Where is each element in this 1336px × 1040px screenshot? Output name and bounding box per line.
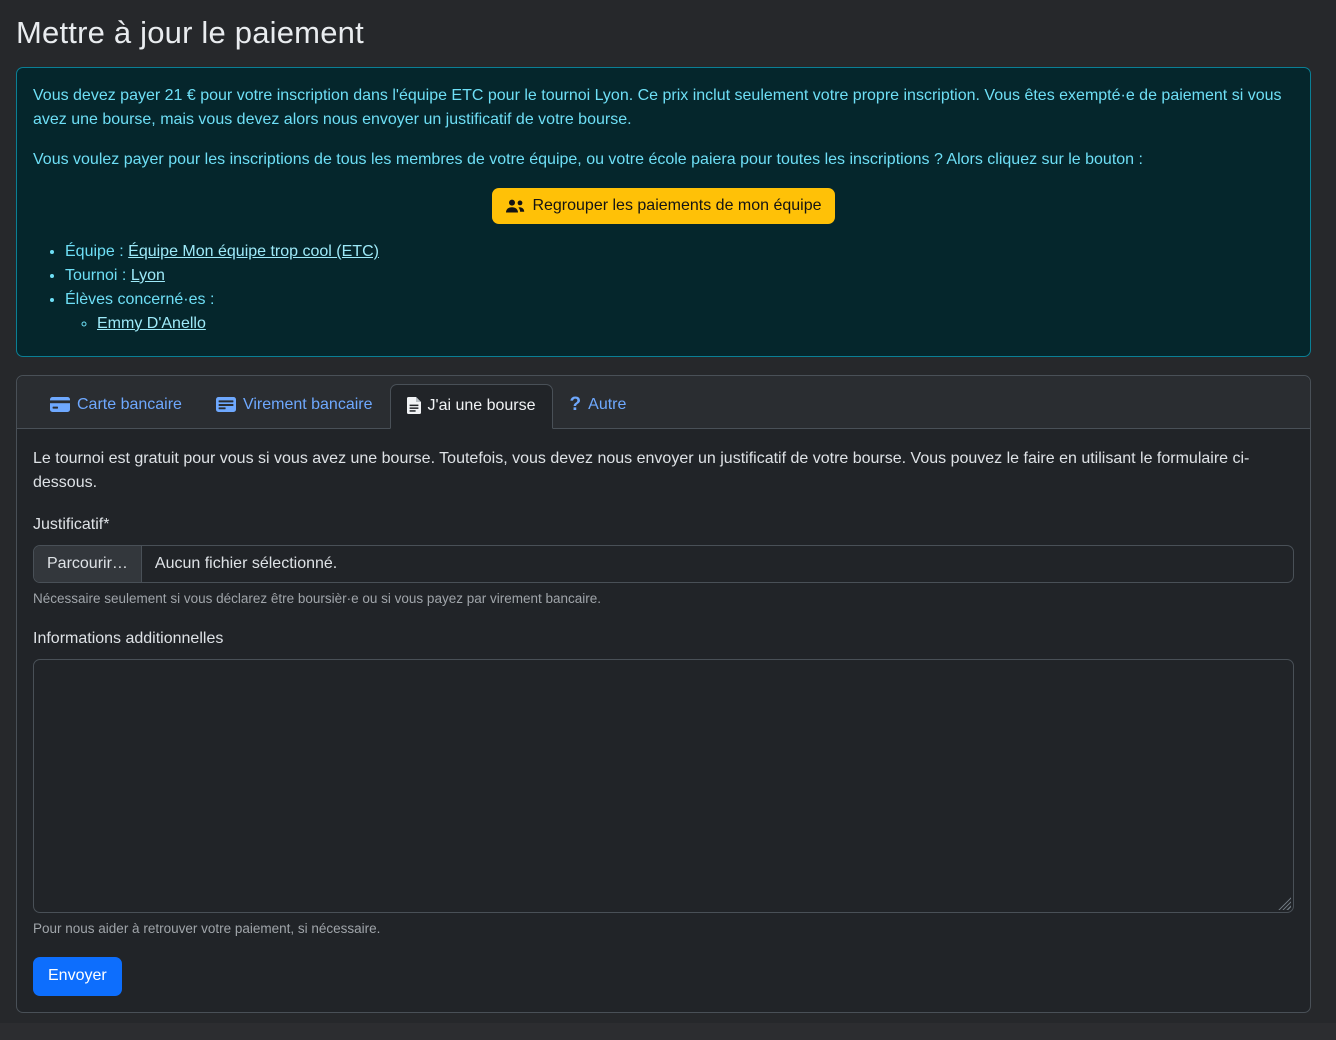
question-mark-icon: ? [570,395,582,414]
additional-info-help-text: Pour nous aider à retrouver votre paieme… [33,919,1294,939]
team-link[interactable]: Équipe Mon équipe trop cool (ETC) [128,243,379,260]
justificatif-help-text: Nécessaire seulement si vous déclarez êt… [33,589,1294,609]
page-bottom-strip [0,1023,1336,1040]
additional-info-label: Informations additionnelles [33,627,1294,651]
tournament-label: Tournoi : [65,267,131,284]
browse-button[interactable]: Parcourir… [34,546,142,582]
submit-button[interactable]: Envoyer [33,957,122,995]
list-item-students: Élèves concerné·es : Emmy D'Anello [65,288,1294,336]
tab-label: Carte bancaire [77,393,182,417]
payment-method-card: Carte bancaire Virement bancaire [16,375,1311,1013]
tab-label: J'ai une bourse [428,394,536,418]
payment-tabs: Carte bancaire Virement bancaire [33,383,1294,428]
credit-card-icon [50,397,70,412]
submit-row: Envoyer [33,957,1294,995]
justificatif-label: Justificatif* [33,513,1294,537]
tab-jai-une-bourse[interactable]: J'ai une bourse [390,384,553,429]
tab-label: Autre [588,393,626,417]
group-payments-button[interactable]: Regrouper les paiements de mon équipe [492,188,834,224]
students-sublist: Emmy D'Anello [65,312,1294,336]
list-item-team: Équipe : Équipe Mon équipe trop cool (ET… [65,240,1294,264]
additional-info-wrap [33,659,1294,913]
users-icon [505,198,525,214]
file-input-filename: Aucun fichier sélectionné. [142,546,350,582]
tab-carte-bancaire[interactable]: Carte bancaire [33,383,199,428]
group-button-row: Regrouper les paiements de mon équipe [33,188,1294,224]
payment-info-alert: Vous devez payer 21 € pour votre inscrip… [16,67,1311,357]
tab-autre[interactable]: ? Autre [553,383,644,428]
bank-transfer-icon [216,397,236,412]
tournament-link[interactable]: Lyon [131,267,165,284]
tab-virement-bancaire[interactable]: Virement bancaire [199,383,390,428]
justificatif-file-input[interactable]: Parcourir… Aucun fichier sélectionné. [33,545,1294,583]
tab-label: Virement bancaire [243,393,373,417]
team-label: Équipe : [65,243,128,260]
file-text-icon [407,397,421,414]
bourse-intro-text: Le tournoi est gratuit pour vous si vous… [33,447,1294,495]
registration-details-list: Équipe : Équipe Mon équipe trop cool (ET… [33,240,1294,336]
page-title: Mettre à jour le paiement [16,10,1311,57]
additional-info-textarea[interactable] [33,659,1294,913]
students-label: Élèves concerné·es : [65,291,214,308]
group-payments-button-label: Regrouper les paiements de mon équipe [532,195,821,217]
list-item-student: Emmy D'Anello [97,312,1294,336]
bourse-tab-panel: Le tournoi est gratuit pour vous si vous… [17,429,1310,1012]
alert-paragraph-price: Vous devez payer 21 € pour votre inscrip… [33,84,1294,132]
payment-page: Mettre à jour le paiement Vous devez pay… [16,10,1311,1013]
payment-tabs-header: Carte bancaire Virement bancaire [17,376,1310,429]
student-link[interactable]: Emmy D'Anello [97,315,206,332]
alert-paragraph-team-payment: Vous voulez payer pour les inscriptions … [33,148,1294,172]
list-item-tournament: Tournoi : Lyon [65,264,1294,288]
